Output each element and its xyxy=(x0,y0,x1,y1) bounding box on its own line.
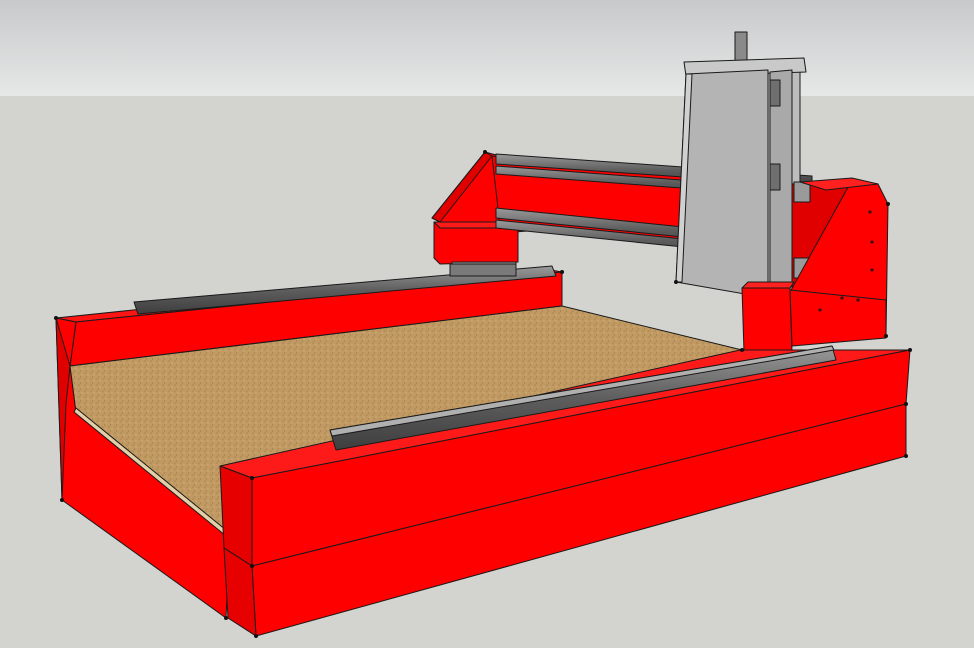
back-x-rail-carriage xyxy=(449,263,517,277)
cnc-router-drawing xyxy=(0,0,974,648)
sky xyxy=(0,0,974,96)
gantry-right-bearing-block xyxy=(741,287,793,353)
z-axis-linear-block-upper xyxy=(769,79,781,107)
z-axis-linear-block-lower xyxy=(769,163,781,191)
gantry-right-bearing-top xyxy=(741,281,795,289)
gantry-right-bearing-upper xyxy=(793,181,811,203)
model-viewport[interactable] xyxy=(0,0,974,648)
gantry-right-base-block xyxy=(789,289,887,347)
